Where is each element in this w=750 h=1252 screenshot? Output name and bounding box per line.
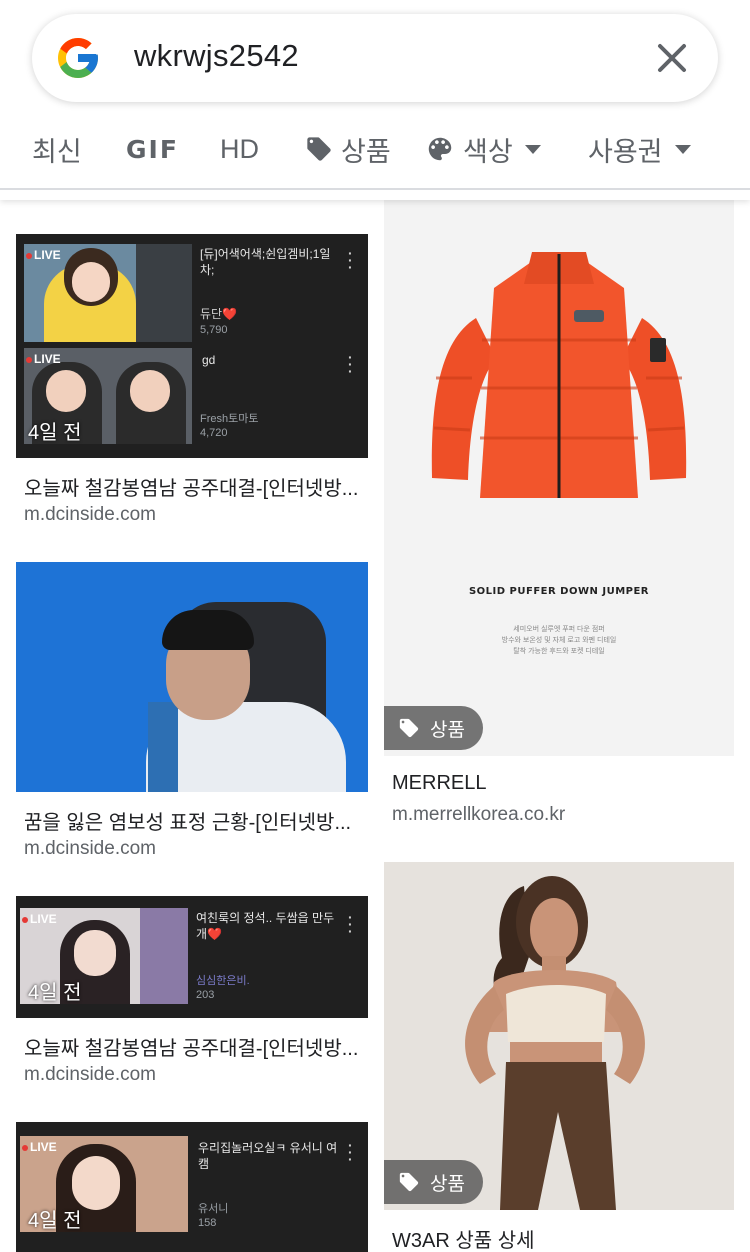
chip-rights-label: 사용권: [588, 136, 663, 167]
result-thumbnail[interactable]: SOLID PUFFER DOWN JUMPER 세미오버 실루엣 푸퍼 다운 …: [384, 200, 734, 756]
chip-gif[interactable]: GIF: [126, 122, 179, 176]
live-badge: LIVE: [26, 352, 61, 366]
live-badge: LIVE: [22, 1140, 57, 1154]
result-card[interactable]: LIVE 우리집놀러오실ㅋ 유서니 여캠 유서니 158 · · · 4일 전: [16, 1122, 368, 1252]
shirt-stripe: [148, 702, 178, 792]
close-icon[interactable]: [650, 36, 694, 80]
stream-viewers: 4,720: [200, 427, 228, 439]
stream-title: 여친룩의 정석.. 두쌈읍 만두개❤️: [196, 911, 335, 941]
chip-latest[interactable]: 최신: [32, 122, 82, 176]
chip-products[interactable]: 상품: [305, 122, 391, 176]
result-title[interactable]: 오늘짜 철감봉염남 공주대결-[인터넷방...: [24, 1032, 364, 1061]
stream-channel: 듀단❤️: [200, 307, 238, 321]
chip-latest-label: 최신: [32, 136, 82, 167]
result-card[interactable]: SOLID PUFFER DOWN JUMPER 세미오버 실루엣 푸퍼 다운 …: [384, 200, 734, 830]
more-vert-icon: · · ·: [348, 909, 353, 939]
stream-channel: 심심한은비.: [196, 975, 250, 987]
stream-viewers: 5,790: [200, 324, 228, 336]
stream-title: 우리집놀러오실ㅋ 유서니 여캠: [198, 1141, 338, 1171]
stream-title: [듀]어색어색;쉰입겜비;1일차;: [200, 247, 331, 277]
caption-line: 탈착 가능한 후드와 포켓 디테일: [513, 648, 605, 655]
search-query[interactable]: wkrwjs2542: [134, 38, 299, 74]
product-caption: SOLID PUFFER DOWN JUMPER: [468, 586, 650, 597]
stream-title: gd: [202, 353, 216, 367]
chip-products-label: 상품: [341, 136, 391, 167]
chip-rights[interactable]: 사용권: [588, 122, 691, 176]
search-bar[interactable]: wkrwjs2542: [32, 14, 718, 102]
product-badge: 상품: [384, 1160, 483, 1204]
model-photo: [465, 876, 645, 1210]
result-thumbnail[interactable]: 상품: [384, 862, 734, 1210]
caption-line: 방수와 보온성 및 자체 로고 와펜 디테일: [501, 637, 617, 644]
chevron-down-icon: [524, 144, 541, 154]
product-badge-label: 상품: [430, 1173, 465, 1195]
product-badge: 상품: [384, 706, 483, 750]
result-source: m.dcinside.com: [24, 1064, 156, 1085]
more-vert-icon: · · ·: [348, 245, 353, 275]
age-label: 4일 전: [28, 982, 82, 1004]
result-thumbnail[interactable]: [16, 562, 368, 792]
result-source: m.dcinside.com: [24, 838, 156, 859]
tag-icon: [399, 718, 419, 738]
result-card[interactable]: LIVE [듀]어색어색;쉰입겜비;1일차; 듀단❤️ 5,790 · · · LI…: [16, 234, 368, 534]
result-source: m.merrellkorea.co.kr: [392, 804, 566, 825]
result-title[interactable]: W3AR 상품 상세: [392, 1224, 722, 1252]
caption-line: 세미오버 실루엣 푸퍼 다운 점퍼: [513, 626, 605, 633]
result-title[interactable]: 오늘짜 철감봉염남 공주대결-[인터넷방...: [24, 472, 364, 501]
live-badge: LIVE: [22, 912, 57, 926]
result-source: m.dcinside.com: [24, 504, 156, 525]
person-hair: [162, 610, 254, 650]
chip-color-label: 색상: [463, 136, 513, 167]
stream-channel: 유서니: [198, 1203, 229, 1215]
result-card[interactable]: LIVE 여친룩의 정석.. 두쌈읍 만두개❤️ 심심한은비. 203 · · · …: [16, 896, 368, 1096]
tag-icon: [399, 1172, 419, 1192]
stream-channel: Fresh토마토: [200, 413, 259, 425]
product-caption-sub: 세미오버 실루엣 푸퍼 다운 점퍼 방수와 보온성 및 자체 로고 와펜 디테일…: [384, 624, 734, 657]
chip-hd-label: HD: [220, 133, 259, 164]
more-vert-icon: · · ·: [348, 349, 353, 379]
age-label: 4일 전: [28, 422, 82, 444]
filter-chips: 최신 GIF HD 상품 색상 사용권: [0, 122, 750, 176]
live-badge: LIVE: [26, 248, 61, 262]
result-card[interactable]: 상품 W3AR 상품 상세: [384, 862, 734, 1252]
product-badge-label: 상품: [430, 719, 465, 741]
tag-icon: [307, 137, 331, 161]
chevron-down-icon: [674, 144, 691, 154]
result-card[interactable]: 꿈을 잃은 염보성 표정 근황-[인터넷방... m.dcinside.com: [16, 562, 368, 862]
result-title[interactable]: MERRELL: [392, 772, 722, 795]
chip-gif-label: GIF: [126, 134, 179, 164]
palette-icon: [428, 137, 452, 161]
chip-hd[interactable]: HD: [220, 122, 259, 176]
puffer-jacket-image: [431, 252, 687, 498]
more-vert-icon: · · ·: [348, 1137, 353, 1167]
header-divider: [0, 188, 750, 190]
google-g-icon: [58, 38, 98, 78]
stream-viewers: 158: [198, 1217, 217, 1229]
search-header: wkrwjs2542 최신 GIF HD 상품 색상 사용권: [0, 0, 750, 200]
result-title[interactable]: 꿈을 잃은 염보성 표정 근황-[인터넷방...: [24, 806, 364, 835]
age-label: 4일 전: [28, 1210, 82, 1232]
stream-viewers: 203: [196, 989, 215, 1001]
result-thumbnail[interactable]: LIVE 우리집놀러오실ㅋ 유서니 여캠 유서니 158 · · · 4일 전: [16, 1122, 368, 1252]
result-thumbnail[interactable]: LIVE 여친룩의 정석.. 두쌈읍 만두개❤️ 심심한은비. 203 · · · …: [16, 896, 368, 1018]
result-thumbnail[interactable]: LIVE [듀]어색어색;쉰입겜비;1일차; 듀단❤️ 5,790 · · · LI…: [16, 234, 368, 458]
chip-color[interactable]: 색상: [425, 122, 541, 176]
